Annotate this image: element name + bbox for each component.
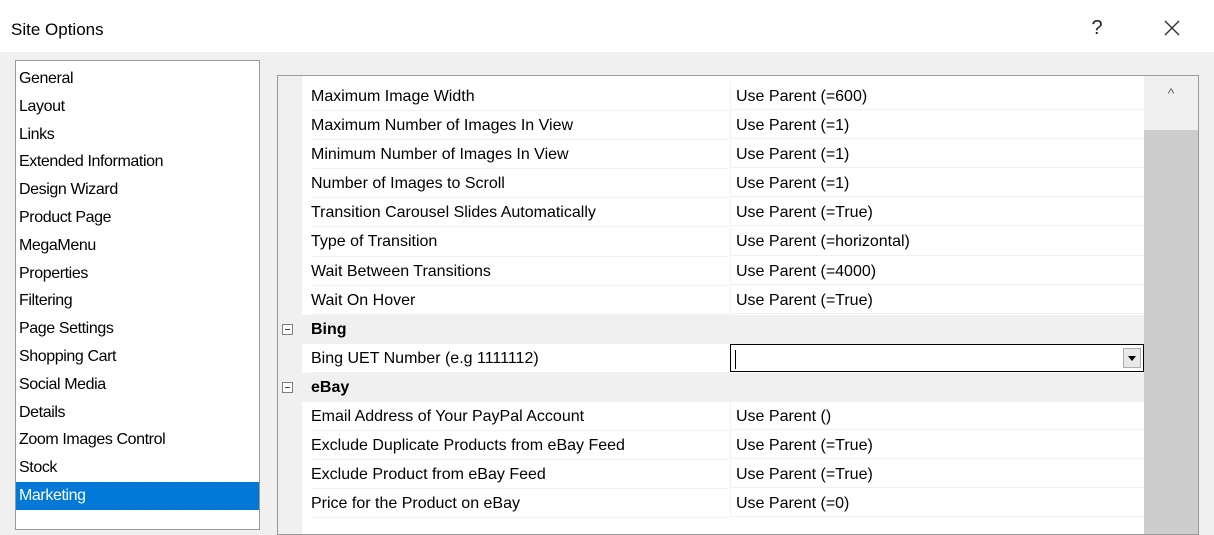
property-row[interactable]: Exclude Product from eBay Feed Use Parent… [278,460,1144,490]
nav-item-design-wizard[interactable]: Design Wizard [16,176,259,204]
nav-item-page-settings[interactable]: Page Settings [16,315,259,343]
property-value[interactable]: Use Parent (=True) [730,198,1144,227]
property-name[interactable]: Type of Transition [311,227,729,257]
nav-item-marketing[interactable]: Marketing [16,481,259,510]
close-button[interactable] [1158,14,1186,42]
nav-item-layout[interactable]: Layout [16,93,259,121]
nav-item-general[interactable]: General [16,65,259,93]
nav-item-filtering[interactable]: Filtering [16,287,259,315]
collapse-icon[interactable] [282,323,293,335]
property-row[interactable]: Maximum Number of Images In View Use Pare… [278,111,1144,141]
property-row[interactable]: Transition Carousel Slides Automatically… [278,198,1144,228]
property-value[interactable]: Use Parent (=600) [730,82,1144,111]
property-value[interactable]: Use Parent (=1) [730,169,1144,198]
close-icon [1164,20,1180,36]
property-name[interactable]: Bing UET Number (e.g 1111112) [311,344,729,373]
title-bar: Site Options ? [0,0,1214,52]
scroll-thumb[interactable] [1144,130,1198,534]
nav-item-megamenu[interactable]: MegaMenu [16,232,259,260]
property-row[interactable]: Minimum Number of Images In View Use Pare… [278,140,1144,170]
property-row[interactable]: Bing UET Number (e.g 1111112) [278,343,1144,373]
category-label: Bing [311,320,347,338]
property-value[interactable]: Use Parent (=1) [730,140,1144,169]
property-value[interactable]: Use Parent (=4000) [730,256,1144,285]
help-button[interactable]: ? [1085,14,1109,42]
property-value[interactable]: Use Parent (=horizontal) [730,227,1144,256]
property-value[interactable]: Use Parent (=True) [730,285,1144,314]
vertical-scrollbar[interactable]: ^ [1144,76,1198,534]
nav-item-shopping-cart[interactable]: Shopping Cart [16,343,259,371]
nav-item-properties[interactable]: Properties [16,260,259,288]
property-row[interactable]: Wait Between Transitions Use Parent (=400… [278,256,1144,286]
property-row[interactable]: Email Address of Your PayPal Account Use … [278,402,1144,432]
property-row[interactable]: Price for the Product on eBay Use Parent … [278,489,1144,519]
property-row[interactable]: Maximum Image Width Use Parent (=600) [278,82,1144,112]
property-value[interactable]: Use Parent (=True) [730,460,1144,489]
property-value[interactable]: Use Parent (=True) [730,431,1144,460]
nav-item-product-page[interactable]: Product Page [16,204,259,232]
property-name[interactable]: Wait Between Transitions [311,257,729,286]
nav-item-links[interactable]: Links [16,121,259,149]
property-grid: Maximum Image Width Use Parent (=600) Maxi… [277,75,1199,535]
property-name[interactable]: Exclude Product from eBay Feed [311,460,729,490]
property-row[interactable]: Type of Transition Use Parent (=horizonta… [278,227,1144,257]
property-row[interactable]: Exclude Duplicate Products from eBay Fee… [278,431,1144,461]
property-name[interactable]: Price for the Product on eBay [311,489,729,519]
property-row[interactable]: Number of Images to Scroll Use Parent (=1… [278,169,1144,199]
property-rows: Maximum Image Width Use Parent (=600) Maxi… [278,82,1144,519]
category-row-ebay[interactable]: eBay [278,372,1144,403]
property-value-input[interactable] [730,343,1144,372]
category-label: eBay [311,378,350,396]
nav-item-details[interactable]: Details [16,399,259,427]
nav-item-stock[interactable]: Stock [16,454,259,482]
nav-item-social-media[interactable]: Social Media [16,371,259,399]
category-row-bing[interactable]: Bing [278,314,1144,344]
collapse-icon[interactable] [282,381,293,393]
property-name[interactable]: Number of Images to Scroll [311,169,729,199]
property-name[interactable]: Exclude Duplicate Products from eBay Fee… [311,431,729,461]
category-list[interactable]: General Layout Links Extended Information De… [15,60,260,530]
nav-item-zoom-images-control[interactable]: Zoom Images Control [16,426,259,454]
property-value[interactable]: Use Parent () [730,402,1144,431]
property-name[interactable]: Minimum Number of Images In View [311,140,729,170]
property-name[interactable]: Maximum Number of Images In View [311,111,729,141]
property-value[interactable]: Use Parent (=0) [730,489,1144,518]
chevron-down-icon[interactable] [1123,347,1141,368]
property-row[interactable]: Wait On Hover Use Parent (=True) [278,285,1144,315]
text-caret [735,349,736,369]
property-value[interactable]: Use Parent (=1) [730,111,1144,140]
property-name[interactable]: Email Address of Your PayPal Account [311,402,729,432]
property-name[interactable]: Transition Carousel Slides Automatically [311,198,729,228]
window-title: Site Options [11,20,104,39]
nav-item-extended-information[interactable]: Extended Information [16,148,259,176]
property-name[interactable]: Wait On Hover [311,286,729,315]
scroll-up-button[interactable]: ^ [1144,76,1198,110]
property-name[interactable]: Maximum Image Width [311,82,729,112]
